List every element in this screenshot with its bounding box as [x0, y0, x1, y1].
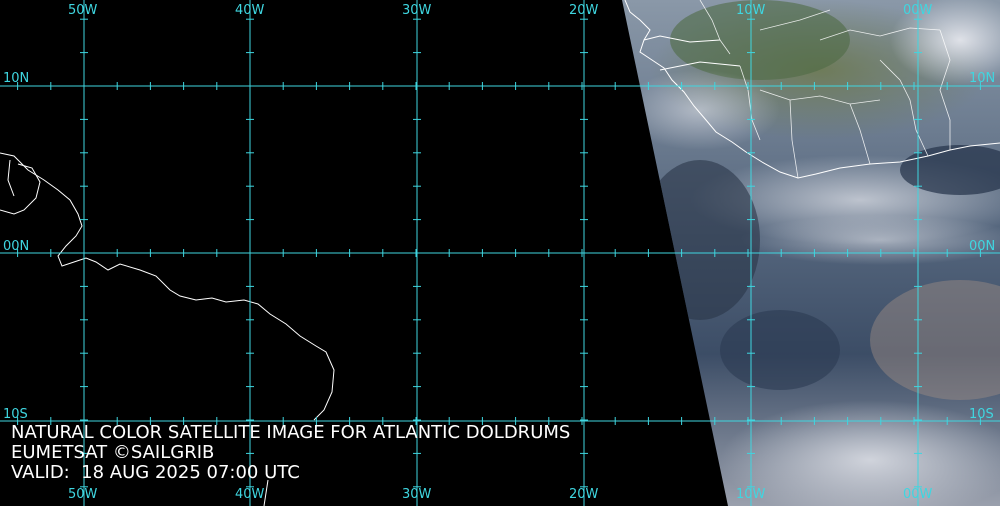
map-valid-time: VALID: 18 AUG 2025 07:00 UTC [11, 462, 300, 483]
lon-label-top-50w: 50W [68, 3, 98, 18]
lat-label-right-10s: 10S [969, 407, 994, 422]
coastline-south-america [0, 152, 335, 421]
lon-label-bottom-50w: 50W [68, 487, 98, 502]
map-credit: EUMETSAT ©SAILGRIB [11, 442, 215, 463]
lat-label-left-10n: 10N [3, 71, 30, 86]
lon-label-bottom-30w: 30W [402, 487, 432, 502]
lon-label-top-10w: 10W [736, 3, 766, 18]
lon-label-top-00w: 00W [903, 3, 933, 18]
lon-label-bottom-40w: 40W [235, 487, 265, 502]
lon-label-bottom-20w: 20W [569, 487, 599, 502]
satellite-map: 50W 40W 30W 20W 10W 00W 50W 40W 30W 20W … [0, 0, 1000, 506]
lat-label-right-10n: 10N [969, 71, 996, 86]
lon-label-top-30w: 30W [402, 3, 432, 18]
lat-label-left-10s: 10S [3, 407, 28, 422]
lon-label-bottom-00w: 00W [903, 487, 933, 502]
map-title: NATURAL COLOR SATELLITE IMAGE FOR ATLANT… [11, 422, 571, 443]
lat-label-left-00n: 00N [3, 239, 30, 254]
lon-label-top-20w: 20W [569, 3, 599, 18]
lat-label-right-00n: 00N [969, 239, 996, 254]
lon-label-top-40w: 40W [235, 3, 265, 18]
lon-label-bottom-10w: 10W [736, 487, 766, 502]
